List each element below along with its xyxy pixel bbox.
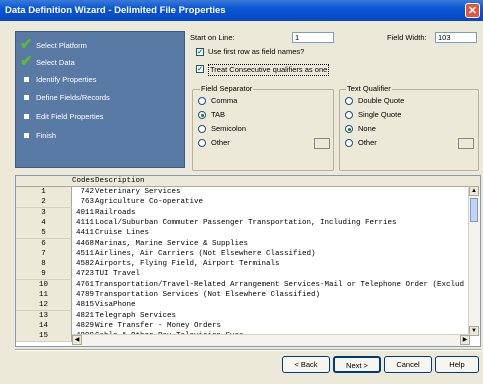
step-label: Define Fields/Records bbox=[36, 93, 110, 102]
description-column-header[interactable]: Description bbox=[95, 176, 145, 186]
cancel-button[interactable]: Cancel bbox=[384, 356, 432, 373]
none-label: None bbox=[358, 124, 376, 133]
field-width-input[interactable]: 103 bbox=[435, 32, 477, 43]
data-preview-grid[interactable]: Codes Description 1 742 Veterinary Service… bbox=[15, 175, 481, 347]
step-label: Edit Field Properties bbox=[36, 112, 104, 121]
codes-column-header[interactable]: Codes bbox=[72, 176, 95, 186]
grid-header: Codes Description bbox=[16, 176, 480, 187]
semicolon-label: Semicolon bbox=[211, 124, 247, 133]
tab-label: TAB bbox=[211, 110, 226, 119]
qualifier-other-radio[interactable] bbox=[345, 139, 353, 147]
text-qualifier-title: Text Qualifier bbox=[346, 84, 392, 93]
scroll-down-icon[interactable]: ▼ bbox=[469, 326, 479, 336]
separator-other-label: Other bbox=[211, 138, 230, 147]
separator-line bbox=[15, 349, 481, 351]
consecutive-qualifiers-checkbox[interactable]: ✓ bbox=[196, 65, 204, 73]
step-label: Select Data bbox=[36, 58, 75, 67]
tab-radio[interactable] bbox=[198, 111, 206, 119]
vertical-scrollbar[interactable]: ▲ ▼ bbox=[468, 186, 480, 336]
close-button[interactable]: ✕ bbox=[465, 3, 480, 18]
scroll-left-icon[interactable]: ◀ bbox=[72, 335, 82, 345]
horizontal-scrollbar[interactable]: ◀ ▶ bbox=[72, 334, 470, 346]
step-label: Finish bbox=[36, 131, 57, 140]
vertical-scroll-thumb[interactable] bbox=[470, 198, 478, 222]
first-row-names-checkbox[interactable]: ✓ bbox=[196, 48, 204, 56]
comma-radio[interactable] bbox=[198, 97, 206, 105]
window-title: Data Definition Wizard - Delimited File … bbox=[5, 5, 226, 16]
field-width-label: Field Width: bbox=[387, 33, 427, 42]
comma-label: Comma bbox=[211, 96, 238, 105]
bullet-icon bbox=[24, 77, 29, 82]
next-button[interactable]: Next > bbox=[333, 356, 381, 373]
semicolon-radio[interactable] bbox=[198, 125, 206, 133]
back-button[interactable]: < Back bbox=[282, 356, 330, 373]
single-quote-label: Single Quote bbox=[358, 110, 402, 119]
qualifier-other-label: Other bbox=[358, 138, 377, 147]
step-label: Identify Properties bbox=[36, 75, 97, 84]
field-separator-title: Field Separator bbox=[200, 84, 254, 93]
title-bar: Data Definition Wizard - Delimited File … bbox=[0, 0, 483, 21]
none-radio[interactable] bbox=[345, 125, 353, 133]
wizard-steps-panel: ✔ Select Platform ✔ Select Data Identify… bbox=[15, 31, 185, 168]
start-on-line-label: Start on Line: bbox=[190, 33, 235, 42]
close-icon: ✕ bbox=[467, 5, 478, 17]
bullet-icon bbox=[24, 133, 29, 138]
bullet-icon bbox=[24, 114, 29, 119]
checkmark-icon: ✔ bbox=[20, 36, 33, 53]
help-button[interactable]: Help bbox=[435, 356, 479, 373]
separator-other-radio[interactable] bbox=[198, 139, 206, 147]
step-label: Select Platform bbox=[36, 41, 87, 50]
double-quote-radio[interactable] bbox=[345, 97, 353, 105]
start-on-line-input[interactable]: 1 bbox=[292, 32, 334, 43]
double-quote-label: Double Quote bbox=[358, 96, 405, 105]
checkmark-icon: ✔ bbox=[20, 53, 33, 70]
scroll-up-icon[interactable]: ▲ bbox=[469, 186, 479, 196]
consecutive-qualifiers-label: Treat Consecutive qualifiers as one bbox=[208, 64, 330, 76]
separator-other-input[interactable] bbox=[314, 138, 330, 149]
scroll-right-icon[interactable]: ▶ bbox=[460, 335, 470, 345]
qualifier-other-input[interactable] bbox=[458, 138, 474, 149]
row-number[interactable]: 15 bbox=[16, 331, 72, 343]
first-row-names-label: Use first row as field names? bbox=[208, 47, 305, 56]
bullet-icon bbox=[24, 95, 29, 100]
single-quote-radio[interactable] bbox=[345, 111, 353, 119]
